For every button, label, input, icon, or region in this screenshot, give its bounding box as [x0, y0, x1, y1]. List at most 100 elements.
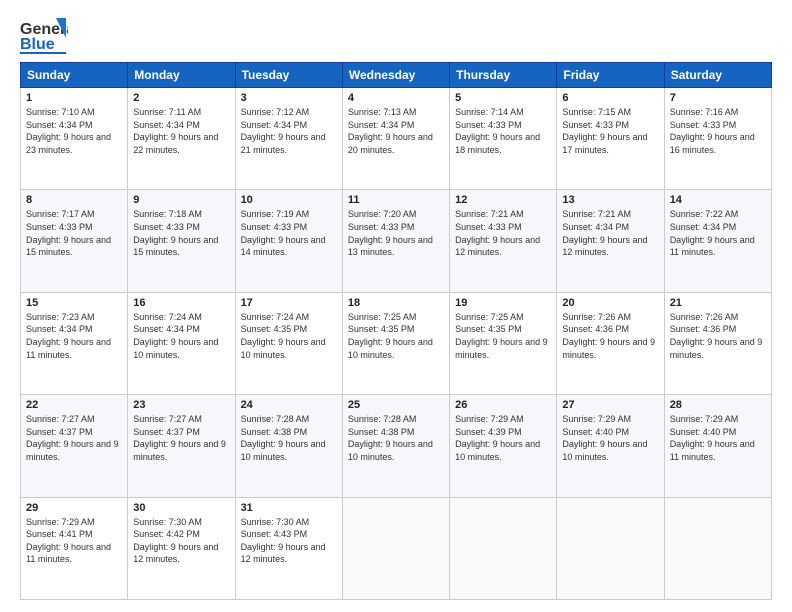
day-number: 19	[455, 297, 551, 309]
calendar-cell: 15 Sunrise: 7:23 AMSunset: 4:34 PMDayligh…	[21, 292, 128, 394]
day-info: Sunrise: 7:11 AMSunset: 4:34 PMDaylight:…	[133, 106, 229, 156]
day-number: 18	[348, 297, 444, 309]
day-number: 7	[670, 92, 766, 104]
day-number: 12	[455, 194, 551, 206]
day-info: Sunrise: 7:27 AMSunset: 4:37 PMDaylight:…	[26, 413, 122, 463]
calendar-cell: 3 Sunrise: 7:12 AMSunset: 4:34 PMDaylight…	[235, 88, 342, 190]
calendar-cell: 6 Sunrise: 7:15 AMSunset: 4:33 PMDaylight…	[557, 88, 664, 190]
calendar-cell: 30 Sunrise: 7:30 AMSunset: 4:42 PMDayligh…	[128, 497, 235, 599]
day-info: Sunrise: 7:16 AMSunset: 4:33 PMDaylight:…	[670, 106, 766, 156]
calendar-week-1: 1 Sunrise: 7:10 AMSunset: 4:34 PMDaylight…	[21, 88, 772, 190]
calendar-header-row: SundayMondayTuesdayWednesdayThursdayFrid…	[21, 63, 772, 88]
day-number: 24	[241, 399, 337, 411]
calendar-cell: 16Sunrise: 7:24 AMSunset: 4:34 PMDayligh…	[128, 292, 235, 394]
day-number: 10	[241, 194, 337, 206]
calendar-cell: 24 Sunrise: 7:28 AMSunset: 4:38 PMDayligh…	[235, 395, 342, 497]
day-info: Sunrise: 7:29 AMSunset: 4:39 PMDaylight:…	[455, 413, 551, 463]
calendar-cell: 31Sunrise: 7:30 AMSunset: 4:43 PMDayligh…	[235, 497, 342, 599]
calendar-cell: 1 Sunrise: 7:10 AMSunset: 4:34 PMDaylight…	[21, 88, 128, 190]
day-number: 25	[348, 399, 444, 411]
day-info: Sunrise: 7:25 AMSunset: 4:35 PMDaylight:…	[348, 311, 444, 361]
day-number: 30	[133, 502, 229, 514]
logo-icon: General Blue	[20, 16, 68, 54]
calendar-cell: 21Sunrise: 7:26 AMSunset: 4:36 PMDayligh…	[664, 292, 771, 394]
calendar-cell: 4 Sunrise: 7:13 AMSunset: 4:34 PMDaylight…	[342, 88, 449, 190]
logo: General Blue	[20, 16, 68, 54]
day-number: 17	[241, 297, 337, 309]
day-info: Sunrise: 7:27 AMSunset: 4:37 PMDaylight:…	[133, 413, 229, 463]
day-number: 15	[26, 297, 122, 309]
calendar-header-saturday: Saturday	[664, 63, 771, 88]
day-info: Sunrise: 7:29 AMSunset: 4:40 PMDaylight:…	[562, 413, 658, 463]
calendar-cell: 11 Sunrise: 7:20 AMSunset: 4:33 PMDayligh…	[342, 190, 449, 292]
day-info: Sunrise: 7:28 AMSunset: 4:38 PMDaylight:…	[241, 413, 337, 463]
calendar-cell: 29Sunrise: 7:29 AMSunset: 4:41 PMDayligh…	[21, 497, 128, 599]
calendar-cell: 14 Sunrise: 7:22 AMSunset: 4:34 PMDayligh…	[664, 190, 771, 292]
day-number: 11	[348, 194, 444, 206]
day-number: 4	[348, 92, 444, 104]
calendar-cell: 2 Sunrise: 7:11 AMSunset: 4:34 PMDaylight…	[128, 88, 235, 190]
day-info: Sunrise: 7:18 AMSunset: 4:33 PMDaylight:…	[133, 208, 229, 258]
day-number: 20	[562, 297, 658, 309]
calendar-body: 1 Sunrise: 7:10 AMSunset: 4:34 PMDaylight…	[21, 88, 772, 600]
day-info: Sunrise: 7:12 AMSunset: 4:34 PMDaylight:…	[241, 106, 337, 156]
page: General Blue SundayMondayTuesdayWednesda…	[0, 0, 792, 612]
day-info: Sunrise: 7:25 AMSunset: 4:35 PMDaylight:…	[455, 311, 551, 361]
calendar-cell: 10 Sunrise: 7:19 AMSunset: 4:33 PMDayligh…	[235, 190, 342, 292]
calendar-cell	[664, 497, 771, 599]
day-number: 14	[670, 194, 766, 206]
day-info: Sunrise: 7:15 AMSunset: 4:33 PMDaylight:…	[562, 106, 658, 156]
calendar-header-wednesday: Wednesday	[342, 63, 449, 88]
calendar-cell: 13 Sunrise: 7:21 AMSunset: 4:34 PMDayligh…	[557, 190, 664, 292]
calendar-cell: 17 Sunrise: 7:24 AMSunset: 4:35 PMDayligh…	[235, 292, 342, 394]
calendar-cell: 12Sunrise: 7:21 AMSunset: 4:33 PMDayligh…	[450, 190, 557, 292]
day-number: 22	[26, 399, 122, 411]
day-info: Sunrise: 7:26 AMSunset: 4:36 PMDaylight:…	[562, 311, 658, 361]
day-number: 23	[133, 399, 229, 411]
day-info: Sunrise: 7:14 AMSunset: 4:33 PMDaylight:…	[455, 106, 551, 156]
day-number: 28	[670, 399, 766, 411]
day-number: 6	[562, 92, 658, 104]
calendar-cell: 8Sunrise: 7:17 AMSunset: 4:33 PMDaylight…	[21, 190, 128, 292]
day-number: 3	[241, 92, 337, 104]
day-info: Sunrise: 7:29 AMSunset: 4:40 PMDaylight:…	[670, 413, 766, 463]
day-info: Sunrise: 7:24 AMSunset: 4:35 PMDaylight:…	[241, 311, 337, 361]
calendar-week-4: 22 Sunrise: 7:27 AMSunset: 4:37 PMDayligh…	[21, 395, 772, 497]
day-info: Sunrise: 7:13 AMSunset: 4:34 PMDaylight:…	[348, 106, 444, 156]
day-info: Sunrise: 7:20 AMSunset: 4:33 PMDaylight:…	[348, 208, 444, 258]
calendar-header-friday: Friday	[557, 63, 664, 88]
day-number: 5	[455, 92, 551, 104]
day-number: 1	[26, 92, 122, 104]
calendar-table: SundayMondayTuesdayWednesdayThursdayFrid…	[20, 62, 772, 600]
day-info: Sunrise: 7:23 AMSunset: 4:34 PMDaylight:…	[26, 311, 122, 361]
day-info: Sunrise: 7:10 AMSunset: 4:34 PMDaylight:…	[26, 106, 122, 156]
day-info: Sunrise: 7:21 AMSunset: 4:34 PMDaylight:…	[562, 208, 658, 258]
calendar-cell	[557, 497, 664, 599]
calendar-cell: 5 Sunrise: 7:14 AMSunset: 4:33 PMDaylight…	[450, 88, 557, 190]
calendar-header-thursday: Thursday	[450, 63, 557, 88]
day-number: 2	[133, 92, 229, 104]
day-info: Sunrise: 7:28 AMSunset: 4:38 PMDaylight:…	[348, 413, 444, 463]
day-info: Sunrise: 7:29 AMSunset: 4:41 PMDaylight:…	[26, 516, 122, 566]
day-info: Sunrise: 7:26 AMSunset: 4:36 PMDaylight:…	[670, 311, 766, 361]
calendar-cell: 20 Sunrise: 7:26 AMSunset: 4:36 PMDayligh…	[557, 292, 664, 394]
header: General Blue	[20, 16, 772, 54]
svg-text:Blue: Blue	[20, 36, 55, 53]
day-number: 27	[562, 399, 658, 411]
day-number: 16	[133, 297, 229, 309]
calendar-cell: 22 Sunrise: 7:27 AMSunset: 4:37 PMDayligh…	[21, 395, 128, 497]
calendar-cell	[450, 497, 557, 599]
calendar-week-3: 15 Sunrise: 7:23 AMSunset: 4:34 PMDayligh…	[21, 292, 772, 394]
calendar-cell: 28 Sunrise: 7:29 AMSunset: 4:40 PMDayligh…	[664, 395, 771, 497]
day-info: Sunrise: 7:30 AMSunset: 4:42 PMDaylight:…	[133, 516, 229, 566]
day-number: 13	[562, 194, 658, 206]
calendar-cell: 27 Sunrise: 7:29 AMSunset: 4:40 PMDayligh…	[557, 395, 664, 497]
calendar-header-monday: Monday	[128, 63, 235, 88]
calendar-cell: 19 Sunrise: 7:25 AMSunset: 4:35 PMDayligh…	[450, 292, 557, 394]
day-info: Sunrise: 7:22 AMSunset: 4:34 PMDaylight:…	[670, 208, 766, 258]
day-info: Sunrise: 7:19 AMSunset: 4:33 PMDaylight:…	[241, 208, 337, 258]
calendar-cell: 25 Sunrise: 7:28 AMSunset: 4:38 PMDayligh…	[342, 395, 449, 497]
day-number: 31	[241, 502, 337, 514]
calendar-cell: 23 Sunrise: 7:27 AMSunset: 4:37 PMDayligh…	[128, 395, 235, 497]
calendar-cell: 18 Sunrise: 7:25 AMSunset: 4:35 PMDayligh…	[342, 292, 449, 394]
